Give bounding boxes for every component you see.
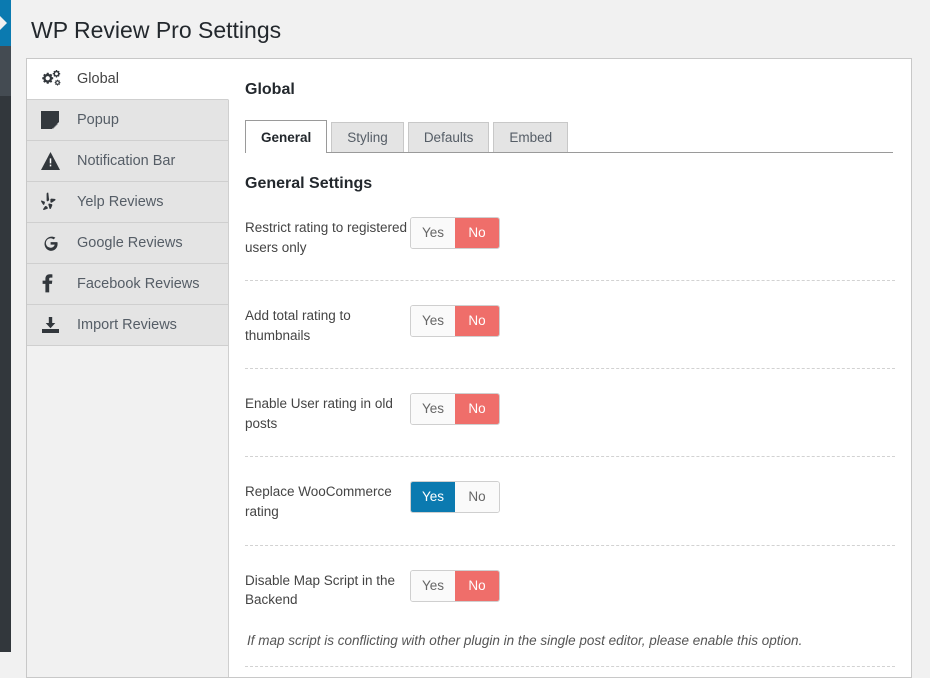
tab-defaults[interactable]: Defaults bbox=[407, 122, 490, 152]
setting-label: Restrict rating to registered users only bbox=[245, 220, 408, 255]
toggle-option-yes[interactable]: Yes bbox=[411, 482, 456, 513]
setting-note: If map script is conflicting with other … bbox=[245, 633, 895, 667]
toggle-replace-woocommerce-rating[interactable]: Yes No bbox=[410, 481, 501, 514]
download-tray-icon bbox=[41, 316, 67, 334]
wp-admin-menu-rail bbox=[0, 46, 11, 652]
toggle-option-no[interactable]: No bbox=[455, 570, 500, 601]
sidebar-item-label: Popup bbox=[77, 111, 119, 128]
wp-admin-menu-rail-highlight bbox=[0, 46, 11, 96]
tab-embed[interactable]: Embed bbox=[493, 122, 569, 152]
sidebar-item-label: Facebook Reviews bbox=[77, 275, 200, 292]
sidebar-item-label: Import Reviews bbox=[77, 316, 177, 333]
sidebar-item-import-reviews[interactable]: Import Reviews bbox=[27, 305, 229, 346]
toggle-option-yes[interactable]: Yes bbox=[411, 306, 456, 337]
toggle-option-yes[interactable]: Yes bbox=[411, 570, 456, 601]
sidebar-item-label: Notification Bar bbox=[77, 152, 176, 169]
wp-admin-chrome bbox=[0, 0, 18, 652]
admin-page: WP Review Pro Settings Global Popup Noti… bbox=[18, 0, 930, 678]
chevron-left-icon bbox=[0, 16, 7, 30]
sidebar-filler bbox=[27, 346, 229, 677]
sidebar-item-global[interactable]: Global bbox=[27, 59, 229, 100]
setting-row: Replace WooCommerce rating Yes No bbox=[245, 457, 895, 546]
toggle-option-no[interactable]: No bbox=[455, 394, 500, 425]
wp-admin-collapse-handle[interactable] bbox=[0, 0, 11, 46]
setting-label: Replace WooCommerce rating bbox=[245, 484, 392, 519]
sidebar-item-label: Global bbox=[77, 70, 119, 87]
toggle-option-yes[interactable]: Yes bbox=[411, 394, 456, 425]
page-title: WP Review Pro Settings bbox=[31, 17, 282, 43]
sidebar-item-facebook-reviews[interactable]: Facebook Reviews bbox=[27, 264, 229, 305]
tab-general[interactable]: General bbox=[245, 120, 328, 153]
yelp-burst-icon bbox=[41, 192, 67, 212]
setting-row: Disable Map Script in the Backend Yes No bbox=[245, 546, 895, 633]
toggle-option-yes[interactable]: Yes bbox=[411, 218, 456, 248]
settings-sidebar: Global Popup Notification Bar Yelp Revie… bbox=[27, 59, 229, 677]
setting-row: Enable User rating in old posts Yes No bbox=[245, 369, 895, 458]
popup-window-icon bbox=[41, 111, 67, 129]
toggle-option-no[interactable]: No bbox=[455, 218, 500, 248]
setting-row: Restrict rating to registered users only… bbox=[245, 193, 895, 282]
sidebar-item-google-reviews[interactable]: Google Reviews bbox=[27, 223, 229, 264]
content-title: Global bbox=[245, 81, 295, 98]
toggle-restrict-rating-registered-users[interactable]: Yes No bbox=[410, 217, 501, 249]
toggle-enable-user-rating-old-posts[interactable]: Yes No bbox=[410, 393, 501, 426]
warning-triangle-icon bbox=[41, 152, 67, 170]
setting-row: Add total rating to thumbnails Yes No bbox=[245, 281, 895, 370]
setting-label: Disable Map Script in the Backend bbox=[245, 572, 396, 608]
tab-styling[interactable]: Styling bbox=[331, 122, 404, 152]
setting-label: Enable User rating in old posts bbox=[245, 396, 393, 431]
sidebar-item-notification-bar[interactable]: Notification Bar bbox=[27, 141, 229, 182]
setting-label: Add total rating to thumbnails bbox=[245, 308, 351, 343]
settings-panel: Global Popup Notification Bar Yelp Revie… bbox=[26, 58, 912, 678]
toggle-add-total-rating-thumbnails[interactable]: Yes No bbox=[410, 305, 501, 338]
toggle-disable-map-script-backend[interactable]: Yes No bbox=[410, 569, 501, 602]
sidebar-item-yelp-reviews[interactable]: Yelp Reviews bbox=[27, 182, 229, 223]
section-title: General Settings bbox=[245, 175, 373, 192]
sidebar-item-popup[interactable]: Popup bbox=[27, 100, 229, 141]
tab-bar: General Styling Defaults Embed bbox=[245, 120, 893, 153]
google-g-icon bbox=[41, 234, 67, 253]
settings-content: Global General Styling Defaults Embed Ge… bbox=[229, 59, 911, 677]
gears-icon bbox=[41, 70, 67, 88]
sidebar-item-label: Google Reviews bbox=[77, 234, 183, 251]
toggle-option-no[interactable]: No bbox=[455, 306, 500, 337]
toggle-option-no[interactable]: No bbox=[455, 482, 500, 513]
facebook-f-icon bbox=[41, 274, 67, 294]
sidebar-item-label: Yelp Reviews bbox=[77, 193, 164, 210]
